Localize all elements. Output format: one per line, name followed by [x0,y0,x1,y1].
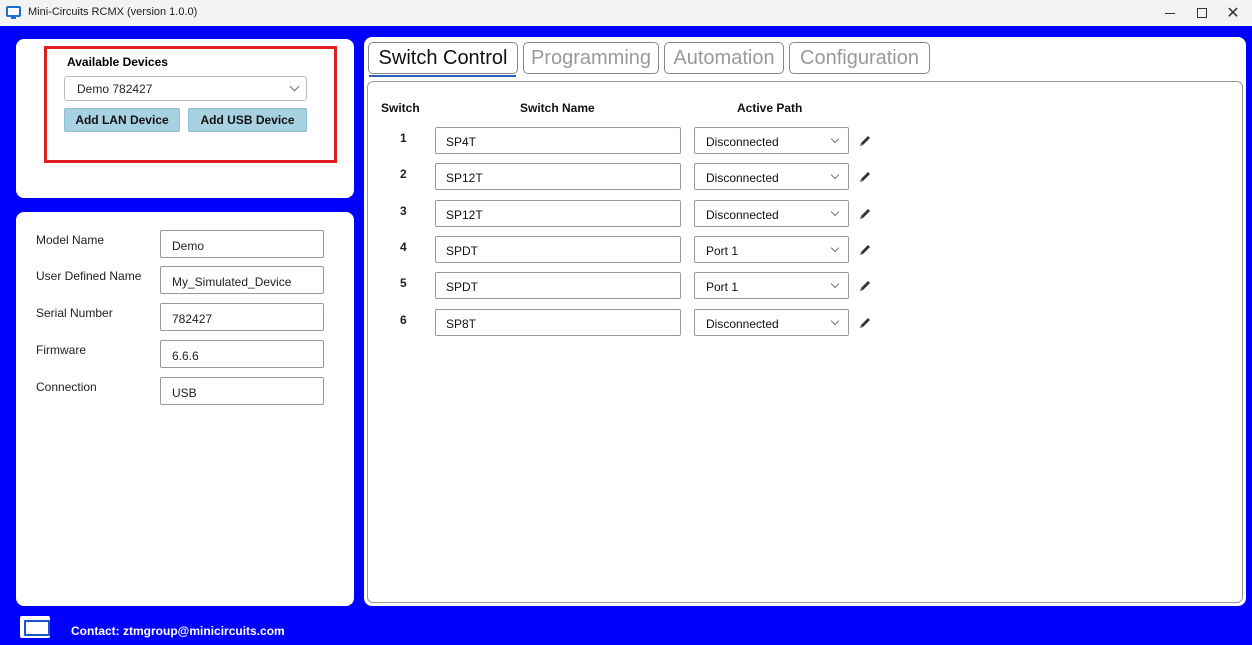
chevron-down-icon [830,243,840,253]
chevron-down-icon [830,279,840,289]
serial-number-label: Serial Number [36,306,113,320]
active-path-value: Disconnected [706,135,779,149]
column-header-switch-name: Switch Name [520,101,595,115]
pencil-icon[interactable] [858,243,872,257]
tab-switch-control[interactable]: Switch Control [368,42,518,74]
switch-number: 5 [400,276,407,290]
active-path-select[interactable]: Disconnected [694,309,849,336]
maximize-icon [1197,8,1207,18]
column-header-switch: Switch [381,101,420,115]
minimize-icon [1165,12,1175,14]
chevron-down-icon [830,316,840,326]
active-tab-indicator [369,75,516,77]
column-header-active-path: Active Path [737,101,803,115]
switch-name-field[interactable]: SP4T [435,127,681,154]
connection-label: Connection [36,380,97,394]
device-select[interactable]: Demo 782427 [64,76,307,101]
window-title: Mini-Circuits RCMX (version 1.0.0) [28,6,198,18]
monitor-icon [20,616,50,638]
switch-number: 6 [400,313,407,327]
active-path-select[interactable]: Disconnected [694,127,849,154]
active-path-value: Disconnected [706,208,779,222]
chevron-down-icon [289,81,300,92]
pencil-icon[interactable] [858,279,872,293]
model-name-label: Model Name [36,233,105,247]
add-lan-device-button[interactable]: Add LAN Device [64,108,180,132]
devices-panel: Available Devices Demo 782427 Add LAN De… [16,39,354,198]
model-name-field[interactable]: Demo [160,230,324,258]
active-path-value: Port 1 [706,280,739,294]
device-select-value: Demo 782427 [77,82,153,96]
active-path-select[interactable]: Disconnected [694,163,849,190]
chevron-down-icon [830,134,840,144]
pencil-icon[interactable] [858,207,872,221]
app-icon [6,6,21,19]
contact-text: Contact: ztmgroup@minicircuits.com [71,624,285,638]
switch-name-field[interactable]: SPDT [435,236,681,263]
connection-field[interactable]: USB [160,377,324,405]
pencil-icon[interactable] [858,316,872,330]
user-defined-name-field[interactable]: My_Simulated_Device [160,266,324,294]
close-button[interactable]: ✕ [1218,0,1248,26]
active-path-select[interactable]: Port 1 [694,236,849,263]
active-path-value: Disconnected [706,317,779,331]
available-devices-title: Available Devices [67,55,168,69]
switch-number: 1 [400,131,407,145]
active-path-select[interactable]: Disconnected [694,200,849,227]
serial-number-field[interactable]: 782427 [160,303,324,331]
active-path-value: Disconnected [706,171,779,185]
active-path-select[interactable]: Port 1 [694,272,849,299]
add-usb-device-button[interactable]: Add USB Device [188,108,307,132]
user-defined-name-label: User Defined Name [36,269,142,283]
switch-name-field[interactable]: SPDT [435,272,681,299]
firmware-label: Firmware [36,343,86,357]
switch-control-content [367,81,1243,603]
title-bar: Mini-Circuits RCMX (version 1.0.0) ✕ [0,0,1252,26]
active-path-value: Port 1 [706,244,739,258]
chevron-down-icon [830,207,840,217]
switch-number: 2 [400,167,407,181]
tab-programming[interactable]: Programming [523,42,659,74]
pencil-icon[interactable] [858,134,872,148]
minimize-button[interactable] [1155,0,1185,26]
pencil-icon[interactable] [858,170,872,184]
tab-configuration[interactable]: Configuration [789,42,930,74]
available-devices-box: Available Devices Demo 782427 Add LAN De… [44,46,337,163]
switch-name-field[interactable]: SP12T [435,163,681,190]
switch-number: 4 [400,240,407,254]
tab-automation[interactable]: Automation [664,42,784,74]
switch-name-field[interactable]: SP8T [435,309,681,336]
switch-name-field[interactable]: SP12T [435,200,681,227]
device-info-panel: Model Name Demo User Defined Name My_Sim… [16,212,354,606]
firmware-field[interactable]: 6.6.6 [160,340,324,368]
chevron-down-icon [830,170,840,180]
main-panel: Switch Control Programming Automation Co… [364,37,1246,606]
switch-number: 3 [400,204,407,218]
maximize-button[interactable] [1187,0,1217,26]
